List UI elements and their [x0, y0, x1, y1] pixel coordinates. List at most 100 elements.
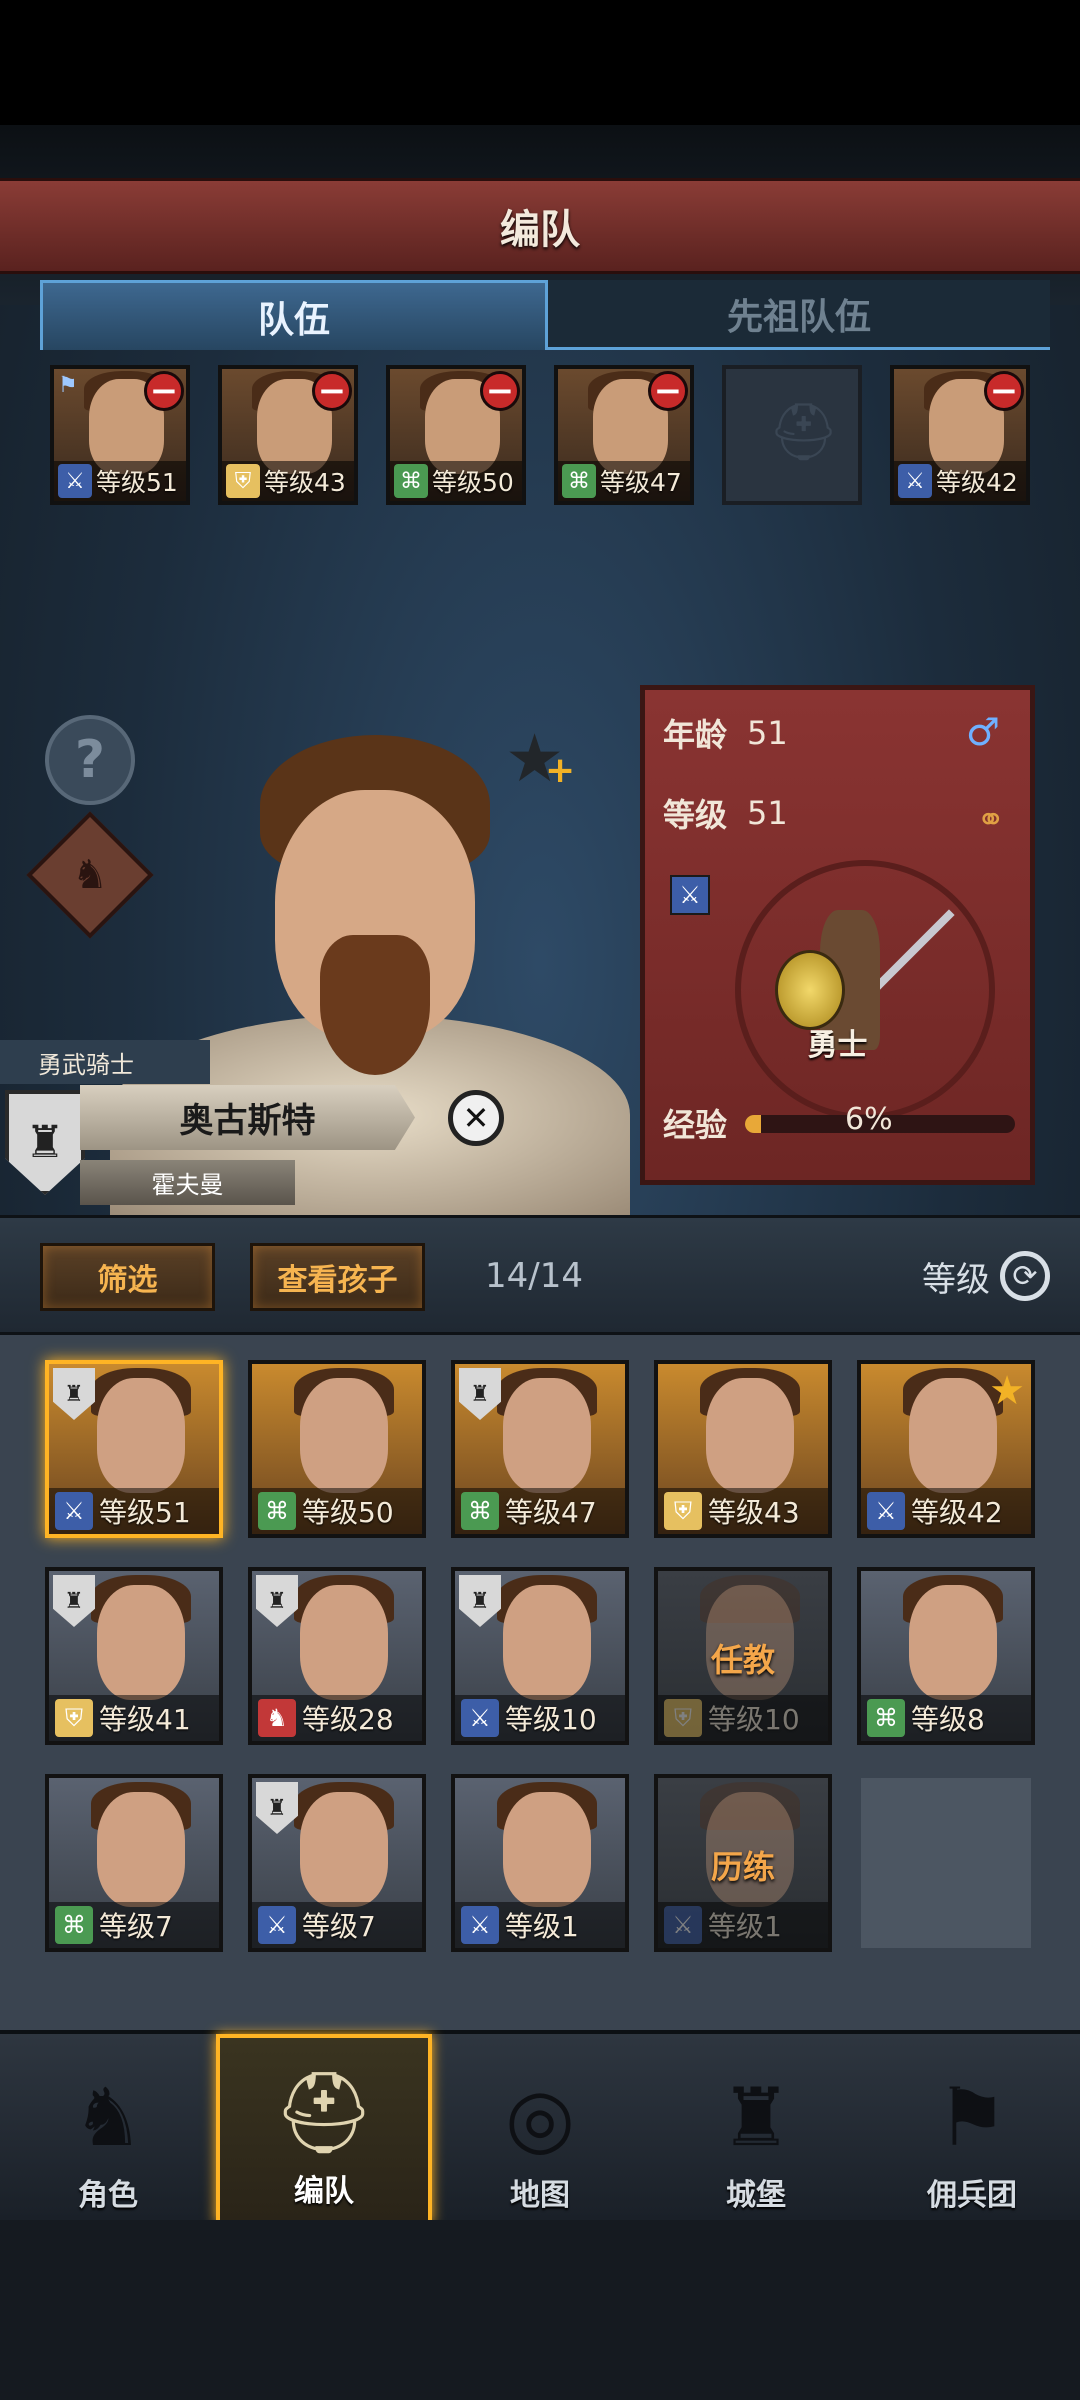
member-level: 等级47 [600, 468, 682, 497]
nav-item-4[interactable]: ⚑ 佣兵团 [864, 2034, 1080, 2224]
card-level-bar: ⚔ 等级1 [658, 1902, 828, 1948]
roster-card[interactable]: ★ ⚔ 等级42 [857, 1360, 1035, 1538]
nav-label: 城堡 [726, 2178, 786, 2213]
roster-card[interactable]: 任教 ⛨ 等级10 [654, 1567, 832, 1745]
sword-class-icon: ⚔ [461, 1699, 499, 1737]
level-value: 51 [747, 794, 788, 832]
castle-icon: ♜ [720, 2071, 792, 2164]
bow-class-icon: ⌘ [394, 464, 428, 498]
house-badge-icon: ♜ [459, 1368, 501, 1420]
team-slot-empty[interactable]: ⛑ [722, 365, 862, 505]
nav-label: 地图 [510, 2178, 570, 2213]
exp-value: 6% [845, 1102, 893, 1137]
sword-class-icon: ⚔ [867, 1492, 905, 1530]
member-level: 等级50 [432, 468, 514, 497]
tab-ancestor-team[interactable]: 先祖队伍 [548, 280, 1050, 350]
bow-class-icon: ⌘ [55, 1906, 93, 1944]
bottom-nav: ♞ 角色 ⛑ 编队 ◎ 地图 ♜ 城堡 ⚑ 佣兵团 [0, 2030, 1080, 2224]
team-slot[interactable]: − ⛨ 等级43 [218, 365, 358, 505]
house-badge-icon: ♜ [53, 1368, 95, 1420]
horse-class-icon: ♞ [258, 1699, 296, 1737]
age-value: 51 [747, 714, 788, 752]
sword-class-icon: ⚔ [670, 875, 710, 915]
remove-member-button[interactable]: − [648, 371, 688, 411]
exp-progress-fill [745, 1115, 762, 1133]
card-level-bar: ⛨ 等级10 [658, 1695, 828, 1741]
roster-card[interactable]: ⌘ 等级7 [45, 1774, 223, 1952]
flag-icon: ⚑ [58, 373, 78, 398]
card-level-bar: ⚔ 等级7 [252, 1902, 422, 1948]
roster-card[interactable]: ♜ ⚔ 等级10 [451, 1567, 629, 1745]
shield-class-icon: ⛨ [226, 464, 260, 498]
roster-card[interactable]: ⌘ 等级8 [857, 1567, 1035, 1745]
sword-class-icon: ⚔ [898, 464, 932, 498]
filter-button[interactable]: 筛选 [40, 1243, 215, 1311]
bow-class-icon: ⌘ [461, 1492, 499, 1530]
house-badge-icon: ♜ [256, 1782, 298, 1834]
team-slot[interactable]: − ⌘ 等级47 [554, 365, 694, 505]
remove-member-button[interactable]: − [144, 371, 184, 411]
nav-item-3[interactable]: ♜ 城堡 [648, 2034, 864, 2224]
star-icon: ★ [989, 1368, 1025, 1414]
roster-card[interactable]: ♜ ⚔ 等级7 [248, 1774, 426, 1952]
roster-card-empty [857, 1774, 1035, 1952]
member-level-bar: ⌘ 等级47 [558, 461, 690, 501]
nav-item-2[interactable]: ◎ 地图 [432, 2034, 648, 2224]
mercenary-icon: ⚑ [936, 2071, 1008, 2164]
card-level-bar: ⚔ 等级10 [455, 1695, 625, 1741]
hero-name[interactable]: 奥古斯特 [80, 1085, 415, 1150]
hero-stats-panel: 年龄 51 ♂ 等级 51 ⚭ ⚔ 勇士 经验 6% [640, 685, 1035, 1185]
roster-card[interactable]: ♜ ♞ 等级28 [248, 1567, 426, 1745]
view-children-button[interactable]: 查看孩子 [250, 1243, 425, 1311]
card-level: 等级10 [505, 1703, 597, 1736]
sword-class-icon: ⚔ [55, 1492, 93, 1530]
card-face [97, 1792, 185, 1907]
sort-label: 等级 [922, 1259, 990, 1300]
class-name: 勇士 [807, 1028, 868, 1063]
roster-card[interactable]: ⛨ 等级43 [654, 1360, 832, 1538]
card-level: 等级7 [302, 1910, 376, 1943]
remove-member-button[interactable]: − [480, 371, 520, 411]
roster-card[interactable]: 历练 ⚔ 等级1 [654, 1774, 832, 1952]
card-level: 等级8 [911, 1703, 985, 1736]
roster-grid: ♜ ⚔ 等级51 ⌘ 等级50 ♜ ⌘ 等级47 ⛨ 等级43 ★ ⚔ 等级42 ♜ ⛨ 等级41 ♜ ♞ 等级28… [0, 1335, 1080, 2035]
title-banner: 编队 [0, 178, 1080, 274]
age-row: 年龄 51 [663, 710, 788, 756]
level-label: 等级 [663, 796, 728, 834]
level-row: 等级 51 [663, 790, 788, 836]
dismiss-hero-button[interactable]: ✕ [448, 1090, 504, 1146]
roster-card[interactable]: ♜ ⌘ 等级47 [451, 1360, 629, 1538]
team-slot[interactable]: − ⌘ 等级50 [386, 365, 526, 505]
card-level-bar: ⛨ 等级41 [49, 1695, 219, 1741]
sword-class-icon: ⚔ [58, 464, 92, 498]
card-level: 等级1 [708, 1910, 782, 1943]
sword-class-icon: ⚔ [664, 1906, 702, 1944]
house-badge-icon: ♜ [459, 1575, 501, 1627]
card-level: 等级43 [708, 1496, 800, 1529]
sort-toggle[interactable]: 等级 ⟳ [922, 1251, 1050, 1301]
team-slot[interactable]: ⚑ − ⚔ 等级51 [50, 365, 190, 505]
tab-team[interactable]: 队伍 [40, 280, 548, 350]
bow-class-icon: ⌘ [258, 1492, 296, 1530]
shield-class-icon: ⛨ [55, 1699, 93, 1737]
roster-card[interactable]: ♜ ⛨ 等级41 [45, 1567, 223, 1745]
team-slot[interactable]: − ⚔ 等级42 [890, 365, 1030, 505]
remove-member-button[interactable]: − [312, 371, 352, 411]
house-badge-icon: ♜ [256, 1575, 298, 1627]
card-level: 等级1 [505, 1910, 579, 1943]
nav-item-1[interactable]: ⛑ 编队 [216, 2034, 432, 2224]
nav-item-0[interactable]: ♞ 角色 [0, 2034, 216, 2224]
team-tabs: 队伍 先祖队伍 [40, 280, 1050, 350]
card-status: 任教 [710, 1641, 775, 1679]
remove-member-button[interactable]: − [984, 371, 1024, 411]
card-level-bar: ⌘ 等级8 [861, 1695, 1031, 1741]
card-face [706, 1378, 794, 1493]
card-face [97, 1585, 185, 1700]
exp-label: 经验 [663, 1106, 728, 1144]
roster-card[interactable]: ♜ ⚔ 等级51 [45, 1360, 223, 1538]
roster-card[interactable]: ⌘ 等级50 [248, 1360, 426, 1538]
roster-card[interactable]: ⚔ 等级1 [451, 1774, 629, 1952]
age-label: 年龄 [663, 716, 728, 754]
hero-title-label: 勇武骑士 [0, 1040, 210, 1084]
card-status: 历练 [710, 1848, 775, 1886]
